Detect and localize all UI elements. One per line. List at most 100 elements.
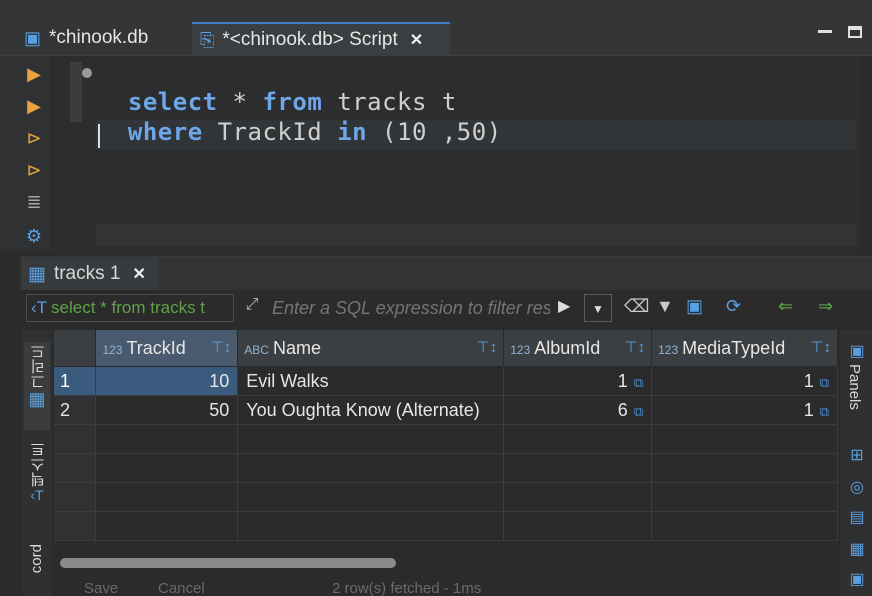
minimize-icon[interactable] <box>818 30 832 33</box>
row-number[interactable]: 2 <box>54 395 97 425</box>
image-view-icon[interactable]: ▤ <box>846 506 868 528</box>
editor-toolbar: ▶ ▶ ⊳ ⊳ ≣ ⚙ <box>0 56 50 252</box>
scrollbar-thumb[interactable] <box>60 558 396 568</box>
explain-plan-icon[interactable]: ≣ <box>22 190 46 214</box>
number-type-icon: 123 <box>510 342 531 357</box>
results-grid[interactable]: 123 TrackId ⊤↕ ABC Name ⊤↕ 123 AlbumId ⊤↕ 123 M… <box>54 330 838 550</box>
status-bar: Save Cancel 2 row(s) fetched - 1ms <box>54 576 838 596</box>
text-caret <box>98 124 100 148</box>
column-header-trackid[interactable]: 123 TrackId ⊤↕ <box>95 330 239 367</box>
tab-results[interactable]: ▦ tracks 1 ✕ <box>22 258 158 290</box>
settings-icon[interactable]: ⚙ <box>22 224 46 248</box>
column-name: Name <box>272 337 321 358</box>
cell-mediatypeid[interactable]: 1 ⧉ <box>651 366 838 396</box>
back-icon[interactable]: ⇐ <box>778 296 793 317</box>
empty-row <box>54 482 838 512</box>
close-tab-icon[interactable]: ✕ <box>410 30 423 50</box>
table-row[interactable]: 1 10 Evil Walks 1 ⧉ 1 ⧉ <box>54 366 838 396</box>
column-header-name[interactable]: ABC Name ⊤↕ <box>237 330 505 367</box>
open-link-icon[interactable]: ⧉ <box>820 375 829 390</box>
open-link-icon[interactable]: ⧉ <box>634 375 643 390</box>
apply-filter-icon[interactable]: ▶ <box>558 296 576 320</box>
expand-icon[interactable]: ⤢ <box>240 296 264 320</box>
cell-albumid[interactable]: 1 ⧉ <box>503 366 653 396</box>
eraser-icon[interactable]: ⌫ <box>624 296 649 317</box>
filter-input[interactable] <box>268 294 554 322</box>
tab-script[interactable]: ⎘ *<chinook.db> Script ✕ <box>192 22 450 56</box>
close-results-icon[interactable]: ✕ <box>132 264 145 284</box>
open-link-icon[interactable]: ⧉ <box>820 404 829 419</box>
save-button[interactable]: Save <box>84 580 118 596</box>
record-tab-label: cord <box>28 544 45 574</box>
table-icon: ▦ <box>28 389 46 409</box>
grouping-icon[interactable]: ▦ <box>846 538 868 560</box>
fetch-status: 2 row(s) fetched - 1ms <box>332 580 482 596</box>
refresh-icon[interactable]: ⟳ <box>726 296 741 317</box>
panels-icon[interactable]: ▣ <box>846 340 868 362</box>
panels-label[interactable]: Panels <box>846 364 863 410</box>
code-line-2: where TrackId in (10 ,50) <box>127 118 502 146</box>
cell-value: 6 <box>617 399 628 420</box>
empty-row <box>54 511 838 541</box>
cell-name[interactable]: You Oughta Know (Alternate) <box>237 395 505 425</box>
text-view-tab[interactable]: 텍스트 ‹T <box>24 442 50 526</box>
execute-icon[interactable]: ▶ <box>22 62 46 86</box>
panel-settings-icon[interactable]: ▣ <box>686 296 703 317</box>
editor-tab-bar: ▣ *chinook.db ⎘ *<chinook.db> Script ✕ <box>0 0 872 56</box>
tab-chinook-db[interactable]: ▣ *chinook.db <box>24 22 189 54</box>
maximize-icon[interactable] <box>848 26 862 38</box>
value-view-icon[interactable]: ⊞ <box>846 444 868 466</box>
text-type-icon: ABC <box>244 342 269 357</box>
fold-gutter <box>70 62 82 122</box>
fold-icon[interactable] <box>82 68 92 78</box>
grid-tab-label: 그리드 <box>30 344 47 389</box>
column-name: MediaTypeId <box>682 337 786 358</box>
view-mode-tabs: 그리드 ▦ 텍스트 ‹T cord <box>22 330 52 596</box>
record-view-tab[interactable]: cord <box>24 544 50 594</box>
sql-icon: ‹T <box>31 298 48 317</box>
metadata-icon[interactable]: ◎ <box>846 476 868 498</box>
column-header-mediatypeid[interactable]: 123 MediaTypeId ⊤↕ <box>651 330 838 367</box>
empty-row <box>54 453 838 483</box>
text-tab-label: 텍스트 <box>30 442 47 487</box>
script-icon: ⎘ <box>200 29 215 50</box>
row-number[interactable]: 1 <box>54 366 97 396</box>
grid-header-row: 123 TrackId ⊤↕ ABC Name ⊤↕ 123 AlbumId ⊤↕ 123 M… <box>54 330 838 367</box>
cell-mediatypeid[interactable]: 1 ⧉ <box>651 395 838 425</box>
layout-icon[interactable]: ▣ <box>846 568 868 590</box>
cell-albumid[interactable]: 6 ⧉ <box>503 395 653 425</box>
filter-sql-preview[interactable]: ‹T select * from tracks t <box>26 294 234 322</box>
column-filter-icon[interactable]: ⊤↕ <box>625 338 646 356</box>
results-tab-label: tracks 1 <box>53 263 121 284</box>
cell-value: 1 <box>803 399 814 420</box>
execute-script-new-tab-icon[interactable]: ⊳ <box>22 158 46 182</box>
number-type-icon: 123 <box>102 342 123 357</box>
filter-settings-icon[interactable]: ▼ <box>656 296 674 317</box>
execute-in-new-tab-icon[interactable]: ▶ <box>22 94 46 118</box>
empty-row <box>54 424 838 454</box>
cell-trackid[interactable]: 10 <box>95 366 239 396</box>
number-type-icon: 123 <box>658 342 679 357</box>
grid-icon: ▦ <box>28 263 46 285</box>
forward-icon[interactable]: ⇒ <box>818 296 833 317</box>
cell-value: 1 <box>803 370 814 391</box>
execute-script-icon[interactable]: ⊳ <box>22 126 46 150</box>
table-row[interactable]: 2 50 You Oughta Know (Alternate) 6 ⧉ 1 ⧉ <box>54 395 838 425</box>
column-name: AlbumId <box>534 337 601 358</box>
column-filter-icon[interactable]: ⊤↕ <box>477 338 498 356</box>
open-link-icon[interactable]: ⧉ <box>634 404 643 419</box>
grid-view-tab[interactable]: 그리드 ▦ <box>24 342 50 430</box>
column-filter-icon[interactable]: ⊤↕ <box>211 338 232 356</box>
editor-scroll-area[interactable] <box>96 224 856 246</box>
tab-label: *<chinook.db> Script <box>222 29 398 50</box>
filter-sql-text: select * from tracks t <box>51 298 206 317</box>
filter-history-dropdown[interactable]: ▼ <box>584 294 612 322</box>
tab-label: *chinook.db <box>49 27 149 48</box>
cell-trackid[interactable]: 50 <box>95 395 239 425</box>
column-filter-icon[interactable]: ⊤↕ <box>810 338 831 356</box>
cell-name[interactable]: Evil Walks <box>237 366 505 396</box>
database-icon: ▣ <box>24 27 42 48</box>
cancel-button[interactable]: Cancel <box>158 580 205 596</box>
column-header-albumid[interactable]: 123 AlbumId ⊤↕ <box>503 330 653 367</box>
row-number-header <box>54 330 97 367</box>
